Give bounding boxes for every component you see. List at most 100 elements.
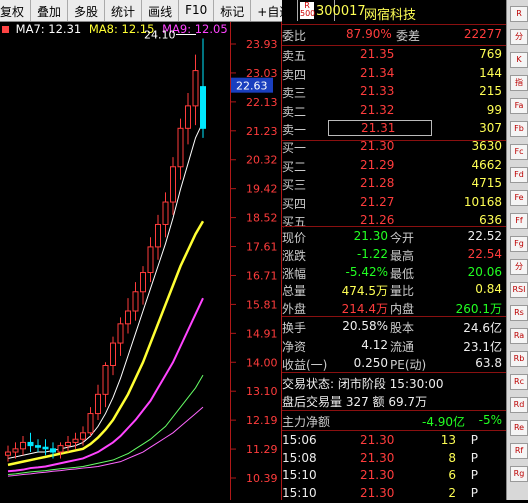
toolbar-item[interactable]: 标记 bbox=[214, 0, 252, 21]
toolbar-item[interactable]: F10 bbox=[179, 0, 215, 21]
status-row-1: 交易状态: 闭市阶段 15:30:00 bbox=[282, 373, 506, 392]
candle-body bbox=[50, 448, 56, 453]
candle-body bbox=[12, 448, 19, 453]
status-row-2: 盘后交易量 327 额 69.7万 bbox=[282, 391, 506, 410]
level-label: 买四 bbox=[282, 196, 307, 211]
candle-body bbox=[147, 246, 154, 274]
side-tool-icon[interactable]: Fa bbox=[510, 98, 528, 114]
price-tick-label: 16.71 bbox=[246, 269, 278, 282]
candle-body bbox=[117, 323, 124, 344]
quote-value: 21.30 bbox=[353, 229, 388, 243]
candle-body bbox=[155, 223, 161, 248]
ma-line bbox=[7, 406, 204, 477]
price-tick-label: 12.19 bbox=[246, 414, 278, 427]
quote-value: 20.06 bbox=[467, 264, 502, 279]
level-label: 买二 bbox=[282, 159, 307, 174]
side-tool-icon[interactable]: Fd bbox=[510, 167, 528, 183]
price-tick-label: 19.42 bbox=[246, 183, 278, 196]
tick-volume: 6 bbox=[448, 468, 456, 482]
ask-row: 卖四 21.34 144 bbox=[282, 64, 506, 83]
committee-label: 委比 bbox=[282, 29, 307, 43]
high-annotation: 24.10 bbox=[144, 29, 176, 42]
level-label: 卖二 bbox=[282, 104, 307, 119]
level-price: 21.27 bbox=[360, 194, 395, 209]
side-tool-icon[interactable]: 分 bbox=[510, 29, 528, 45]
level-price: 21.32 bbox=[360, 102, 395, 117]
side-tool-icon[interactable]: Rb bbox=[510, 351, 528, 367]
price-tick-label: 21.23 bbox=[246, 125, 278, 138]
committee-diff-label: 委差 bbox=[396, 29, 421, 43]
ask-row: 卖二 21.32 99 bbox=[282, 101, 506, 120]
toolbar-item[interactable]: 复权 bbox=[0, 0, 32, 21]
side-tool-icon[interactable]: K bbox=[510, 52, 528, 68]
side-tool-icon[interactable]: Ff bbox=[510, 213, 528, 229]
tick-volume: 8 bbox=[448, 450, 456, 465]
side-tool-icon[interactable]: Ra bbox=[510, 328, 528, 344]
level-price: 21.26 bbox=[360, 213, 395, 227]
level-price: 21.29 bbox=[360, 157, 395, 172]
price-tick-label: 15.81 bbox=[246, 298, 278, 311]
quote-label: 外盘 bbox=[282, 302, 307, 317]
side-tool-icon[interactable]: RSI bbox=[510, 282, 528, 298]
net-flow-value: -4.90亿 bbox=[422, 415, 466, 429]
quote-label: 涨幅 bbox=[282, 266, 307, 281]
candle-body bbox=[192, 70, 199, 107]
candle-body bbox=[65, 441, 71, 447]
tick-volume: 13 bbox=[440, 433, 456, 447]
side-tool-icon[interactable]: Rd bbox=[510, 397, 528, 413]
quote-value: 22.52 bbox=[467, 229, 502, 243]
side-tool-icon[interactable]: Fb bbox=[510, 121, 528, 137]
candle-body bbox=[132, 291, 139, 312]
quote-label: 现价 bbox=[282, 231, 307, 245]
level-label: 卖五 bbox=[282, 49, 307, 63]
quote-row: 涨跌 -1.22 最高 22.54 bbox=[282, 245, 506, 264]
candlestick-chart[interactable]: 23.9323.0322.1321.2320.3219.4218.5217.61… bbox=[0, 22, 282, 500]
side-tool-icon[interactable]: Fg bbox=[510, 236, 528, 252]
level-volume: 307 bbox=[479, 121, 502, 135]
toolbar-item[interactable]: 多股 bbox=[68, 0, 106, 21]
level-volume: 769 bbox=[479, 47, 502, 61]
quote-value: 474.5万 bbox=[341, 284, 388, 299]
candle-body bbox=[20, 441, 26, 450]
current-price-label: 22.63 bbox=[236, 80, 268, 93]
stats-label: 换手 bbox=[282, 321, 307, 335]
level-volume: 4662 bbox=[471, 157, 502, 172]
candle-body bbox=[185, 105, 191, 129]
toolbar-item[interactable]: 叠加 bbox=[31, 0, 69, 21]
level-label: 卖一 bbox=[282, 123, 307, 137]
side-tool-icon[interactable]: Fe bbox=[510, 190, 528, 206]
side-tool-icon[interactable]: Rf bbox=[510, 443, 528, 459]
candle-body bbox=[102, 364, 109, 395]
stats-value: 63.8 bbox=[475, 356, 502, 370]
side-tool-icon[interactable]: Rs bbox=[510, 305, 528, 321]
level-volume: 3630 bbox=[471, 139, 502, 153]
committee-row: 委比 87.90% 委差 22277 bbox=[282, 25, 506, 44]
price-tick-label: 14.91 bbox=[246, 327, 278, 340]
side-tool-icon[interactable]: Fc bbox=[510, 144, 528, 160]
side-tool-icon[interactable]: Rg bbox=[510, 466, 528, 482]
stock-code: 300017 bbox=[316, 4, 366, 19]
side-tool-icon[interactable]: 分 bbox=[510, 259, 528, 275]
stats-value: 20.58% bbox=[342, 319, 388, 333]
tick-side: P bbox=[470, 468, 478, 482]
toolbar-item[interactable]: 画线 bbox=[142, 0, 180, 21]
toolbar-item[interactable]: 统计 bbox=[105, 0, 143, 21]
candle-body bbox=[162, 201, 169, 225]
level-price: 21.33 bbox=[360, 84, 395, 98]
bid-row: 买一 21.30 3630 bbox=[282, 137, 506, 156]
chart-toolbar: 复权 叠加 多股 统计 画线 F10 标记 +自选 返回 bbox=[0, 0, 336, 22]
side-tool-icon[interactable]: 指 bbox=[510, 75, 528, 91]
side-tool-icon[interactable]: Re bbox=[510, 420, 528, 436]
level-price: 21.28 bbox=[360, 176, 395, 190]
stock-name: 网宿科技 bbox=[364, 8, 417, 23]
tick-price: 21.30 bbox=[360, 433, 395, 447]
candle-body bbox=[72, 438, 79, 443]
ask-row: 卖三 21.33 215 bbox=[282, 82, 506, 101]
stats-value: 24.6亿 bbox=[463, 321, 502, 335]
quote-label: 涨跌 bbox=[282, 248, 307, 263]
quote-value: -1.22 bbox=[356, 246, 388, 261]
side-tool-icon[interactable]: Rc bbox=[510, 374, 528, 390]
net-flow-pct: -5% bbox=[478, 413, 502, 427]
side-tool-icon[interactable]: R bbox=[510, 6, 528, 22]
candle-body bbox=[140, 272, 146, 293]
